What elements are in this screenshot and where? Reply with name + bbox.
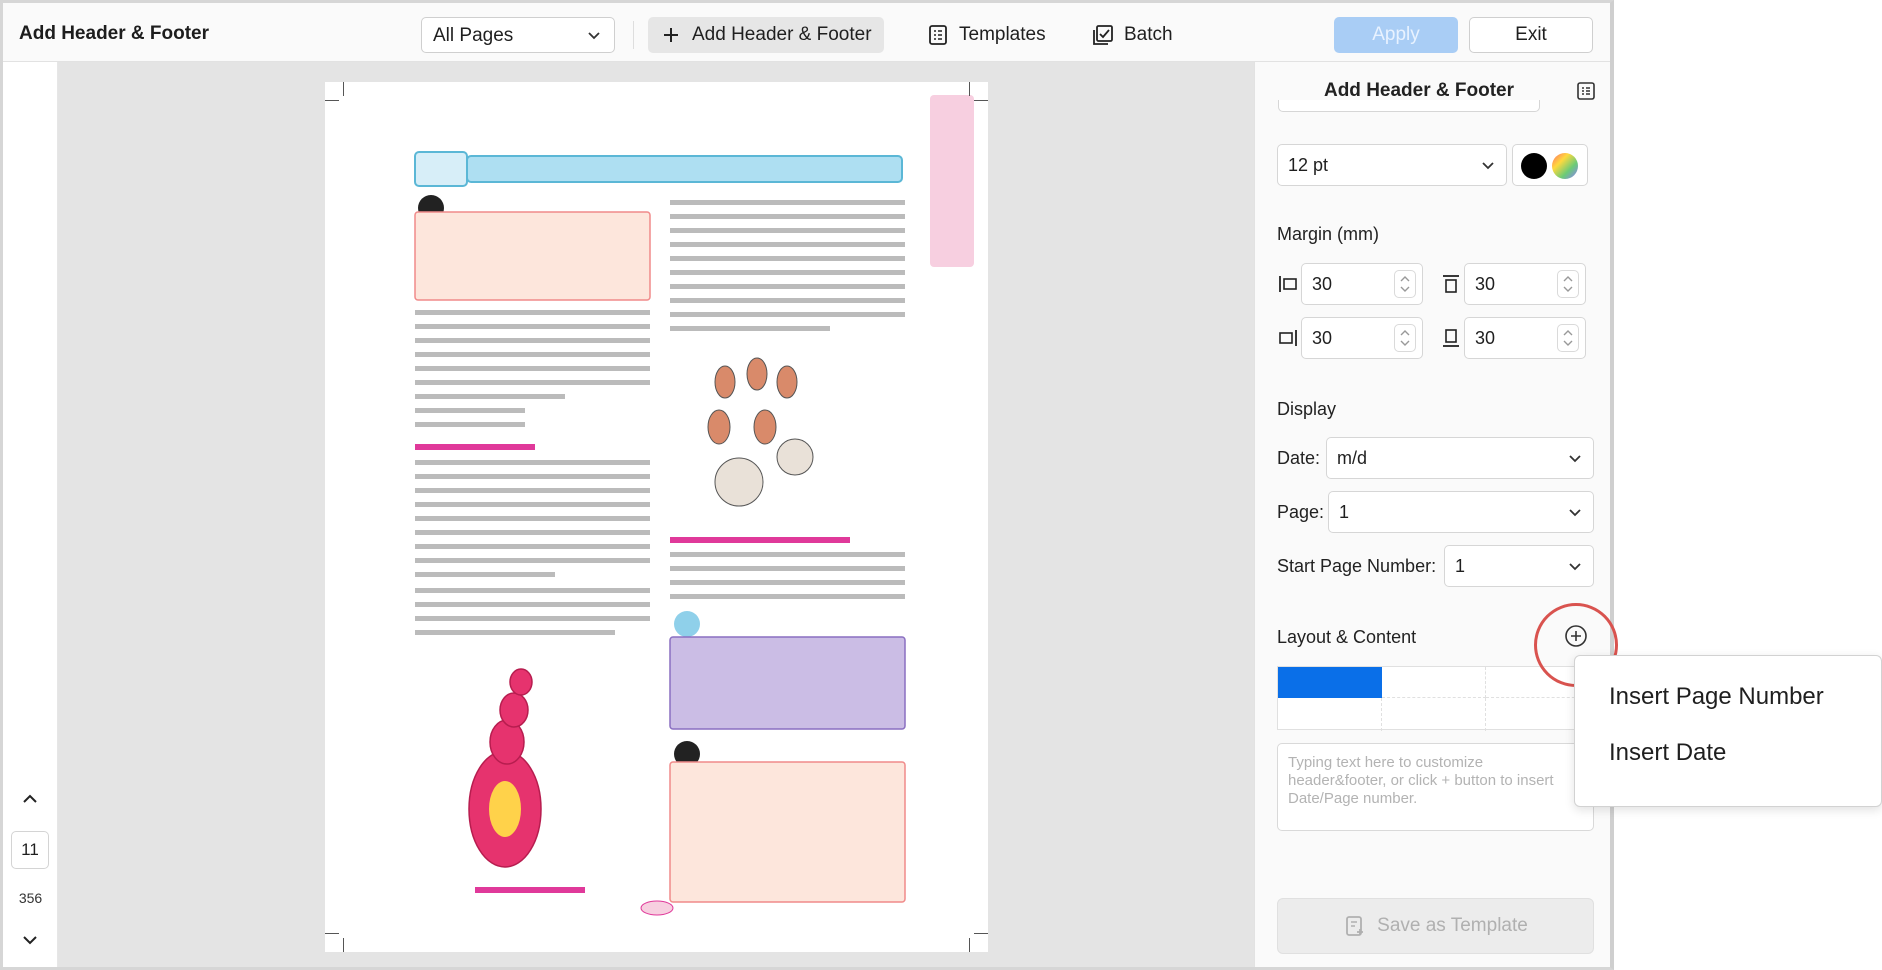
font-size-value: 12 pt — [1288, 154, 1329, 175]
margin-left-value: 30 — [1312, 274, 1333, 294]
date-format-value: m/d — [1337, 447, 1368, 468]
toolbar: Add Header & Footer All Pages Add Header… — [3, 3, 1610, 62]
crop-mark — [325, 933, 339, 934]
page-navigator: 11 356 — [3, 62, 58, 967]
page-range-select[interactable]: All Pages — [421, 17, 615, 53]
crop-mark — [343, 938, 344, 952]
batch-icon — [1093, 25, 1113, 45]
font-size-select[interactable]: 12 pt — [1277, 144, 1507, 186]
add-header-footer-label: Add Header & Footer — [692, 24, 872, 45]
chevron-down-icon — [1569, 563, 1581, 571]
page-range-value: All Pages — [433, 25, 514, 46]
page-format-select[interactable]: 1 — [1328, 491, 1594, 533]
templates-button[interactable]: Templates — [915, 17, 1058, 53]
display-label: Display — [1277, 399, 1337, 419]
chevron-down-icon[interactable] — [20, 930, 40, 950]
chevron-down-icon — [1569, 509, 1581, 517]
total-pages: 356 — [18, 890, 43, 906]
start-page-select[interactable]: 1 — [1444, 545, 1594, 587]
margin-label: Margin (mm) — [1277, 224, 1379, 244]
chevron-down-icon — [1482, 162, 1494, 170]
margin-bottom-icon — [1443, 329, 1459, 347]
start-page-value: 1 — [1455, 555, 1466, 576]
margin-top-icon — [1443, 275, 1459, 293]
page-content-image — [414, 95, 974, 916]
margin-right-value: 30 — [1312, 328, 1333, 348]
margin-bottom-value: 30 — [1475, 328, 1496, 348]
font-color-swatch[interactable] — [1521, 153, 1547, 179]
margin-bottom-stepper[interactable] — [1557, 324, 1579, 352]
page-label: Page: — [1277, 502, 1325, 522]
crop-mark — [325, 100, 339, 101]
add-header-footer-button[interactable]: Add Header & Footer — [648, 17, 884, 53]
start-page-label: Start Page Number: — [1277, 556, 1437, 576]
margin-top-input[interactable]: 30 — [1464, 263, 1586, 305]
margin-left-stepper[interactable] — [1394, 270, 1416, 298]
insert-menu: Insert Page Number Insert Date — [1574, 655, 1882, 807]
templates-icon — [929, 25, 947, 45]
margin-bottom-input[interactable]: 30 — [1464, 317, 1586, 359]
header-footer-text-placeholder: Typing text here to customize header&foo… — [1288, 754, 1554, 807]
margin-top-stepper[interactable] — [1557, 270, 1579, 298]
layout-cell-bottom-center[interactable] — [1382, 698, 1486, 731]
margin-right-stepper[interactable] — [1394, 324, 1416, 352]
editor-frame: Add Header & Footer All Pages Add Header… — [0, 0, 1614, 970]
chevron-down-icon — [1569, 455, 1581, 463]
document-page-preview[interactable] — [325, 82, 988, 952]
chevron-down-icon — [588, 32, 600, 40]
insert-date-item[interactable]: Insert Date — [1609, 739, 1726, 767]
date-label: Date: — [1277, 448, 1321, 468]
page-format-value: 1 — [1339, 501, 1350, 522]
date-format-select[interactable]: m/d — [1326, 437, 1594, 479]
layout-cell-top-left[interactable] — [1278, 667, 1382, 698]
exit-button[interactable]: Exit — [1469, 17, 1593, 53]
chevron-up-icon[interactable] — [20, 789, 40, 809]
template-list-icon[interactable] — [1575, 80, 1597, 102]
panel-title: Add Header & Footer — [1323, 80, 1515, 101]
plus-icon — [664, 28, 678, 42]
document-canvas[interactable] — [58, 62, 1254, 967]
current-page-input[interactable]: 11 — [11, 831, 49, 869]
toolbar-divider — [633, 21, 634, 49]
crop-mark — [343, 82, 344, 96]
margin-right-icon — [1279, 330, 1297, 346]
save-template-icon — [1346, 916, 1364, 936]
batch-label: Batch — [1124, 24, 1173, 45]
save-as-template-button[interactable]: Save as Template — [1277, 898, 1594, 954]
layout-cell-top-center[interactable] — [1382, 667, 1486, 698]
add-circle-icon[interactable] — [1564, 624, 1588, 648]
save-as-template-label: Save as Template — [1377, 915, 1528, 936]
color-wheel-icon[interactable] — [1552, 153, 1578, 179]
font-family-select[interactable] — [1278, 100, 1540, 112]
crop-mark — [969, 938, 970, 952]
app-title: Add Header & Footer — [19, 23, 210, 44]
margin-left-icon — [1279, 276, 1297, 292]
apply-button[interactable]: Apply — [1334, 17, 1458, 53]
margin-left-input[interactable]: 30 — [1301, 263, 1423, 305]
insert-page-number-item[interactable]: Insert Page Number — [1609, 683, 1824, 711]
margin-top-value: 30 — [1475, 274, 1496, 294]
layout-content-label: Layout & Content — [1277, 627, 1417, 647]
crop-mark — [974, 100, 988, 101]
layout-cell-bottom-left[interactable] — [1278, 698, 1382, 731]
header-footer-text-input[interactable]: Typing text here to customize header&foo… — [1277, 743, 1594, 831]
font-color-picker[interactable] — [1512, 144, 1588, 186]
margin-right-input[interactable]: 30 — [1301, 317, 1423, 359]
templates-label: Templates — [959, 24, 1046, 45]
crop-mark — [974, 933, 988, 934]
app-window: Add Header & Footer All Pages Add Header… — [0, 0, 1882, 970]
batch-button[interactable]: Batch — [1080, 17, 1185, 53]
crop-mark — [969, 82, 970, 96]
